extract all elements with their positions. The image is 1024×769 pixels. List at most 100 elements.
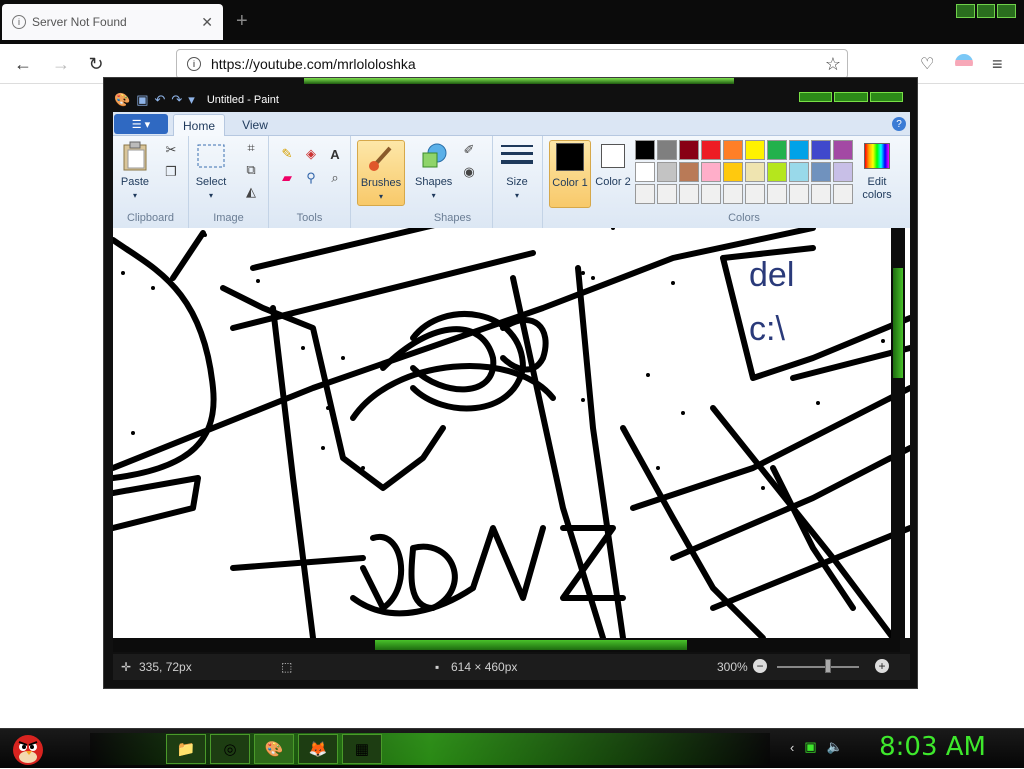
canvas-drawing: del c:\ (113, 228, 910, 638)
browser-tab-bar: i Server Not Found ✕ + (0, 0, 1024, 44)
new-tab-button[interactable]: + (236, 10, 248, 33)
palette-swatch[interactable] (657, 140, 677, 160)
firefox-icon[interactable]: 🦊 (298, 734, 338, 764)
eraser-icon[interactable]: ▰ (277, 168, 297, 188)
network-icon[interactable]: ▣ (804, 739, 816, 755)
start-button[interactable] (6, 727, 50, 769)
palette-swatch[interactable] (811, 184, 831, 204)
palette-swatch[interactable] (789, 184, 809, 204)
close-tab-icon[interactable]: ✕ (201, 14, 213, 31)
browser-tab[interactable]: i Server Not Found ✕ (2, 4, 223, 40)
palette-swatch[interactable] (723, 140, 743, 160)
file-explorer-icon[interactable]: 📁 (166, 734, 206, 764)
magnifier-icon[interactable]: ⌕ (325, 168, 345, 188)
palette-swatch[interactable] (635, 162, 655, 182)
palette-swatch[interactable] (833, 162, 853, 182)
palette-swatch[interactable] (657, 184, 677, 204)
fill-icon[interactable]: ◈ (301, 144, 321, 164)
palette-swatch[interactable] (833, 184, 853, 204)
paint-close-button[interactable] (869, 92, 903, 102)
rotate-icon[interactable]: ◭ (241, 182, 261, 202)
palette-swatch[interactable] (635, 140, 655, 160)
palette-swatch[interactable] (657, 162, 677, 182)
paint-app-icon[interactable]: 🎨 (114, 92, 130, 108)
palette-swatch[interactable] (767, 140, 787, 160)
paint-menu-button[interactable]: ☰ ▾ (114, 114, 168, 134)
color1-swatch (556, 143, 584, 171)
palette-swatch[interactable] (679, 162, 699, 182)
select-button[interactable]: Select ▾ (195, 140, 227, 202)
account-icon[interactable] (955, 54, 973, 72)
close-window-button[interactable] (997, 4, 1017, 18)
control-panel-icon[interactable]: ▦ (342, 734, 382, 764)
crop-icon[interactable]: ⌗ (241, 138, 261, 158)
undo-icon[interactable]: ↶ (154, 92, 165, 108)
back-icon[interactable]: ← (12, 53, 34, 75)
paint-minimize-button[interactable] (799, 92, 833, 102)
drawing-canvas[interactable]: del c:\ (113, 228, 910, 638)
redo-icon[interactable]: ↷ (171, 92, 182, 108)
minimize-button[interactable] (956, 4, 975, 18)
vertical-scrollbar[interactable] (891, 228, 905, 638)
volume-icon[interactable]: 🔈 (827, 739, 843, 755)
zoom-slider[interactable] (777, 666, 859, 668)
palette-swatch[interactable] (723, 184, 743, 204)
palette-swatch[interactable] (679, 140, 699, 160)
brushes-button[interactable]: Brushes ▾ (357, 140, 405, 206)
resize-icon[interactable]: ⧉ (241, 160, 261, 180)
color1-button[interactable]: Color 1 (549, 140, 591, 208)
save-icon[interactable]: ▣ (136, 92, 148, 108)
pencil-icon[interactable]: ✎ (277, 144, 297, 164)
palette-swatch[interactable] (745, 184, 765, 204)
horizontal-scrollbar[interactable] (113, 638, 900, 652)
palette-swatch[interactable] (767, 184, 787, 204)
forward-icon[interactable]: → (50, 53, 72, 75)
paint-maximize-button[interactable] (834, 92, 868, 102)
palette-swatch[interactable] (811, 140, 831, 160)
horizontal-scroll-thumb[interactable] (375, 640, 687, 650)
chrome-icon[interactable]: ◎ (210, 734, 250, 764)
palette-swatch[interactable] (679, 184, 699, 204)
url-bar[interactable]: i https://youtube.com/mrlololoshka ☆ (176, 49, 848, 79)
palette-swatch[interactable] (701, 140, 721, 160)
color2-button[interactable]: Color 2 (595, 140, 631, 189)
cut-icon[interactable]: ✂ (161, 140, 181, 160)
palette-swatch[interactable] (811, 162, 831, 182)
maximize-button[interactable] (976, 4, 996, 18)
help-icon[interactable]: ? (892, 117, 906, 131)
vertical-scroll-thumb[interactable] (893, 268, 903, 378)
zoom-out-button[interactable]: − (753, 659, 767, 673)
outline-icon[interactable]: ✐ (459, 140, 479, 160)
bookmark-star-icon[interactable]: ☆ (825, 54, 841, 75)
paint-icon[interactable]: 🎨 (254, 734, 294, 764)
color-picker-icon[interactable]: ⚲ (301, 168, 321, 188)
clock[interactable]: 8:03 AM (879, 732, 986, 762)
zoom-slider-knob[interactable] (825, 659, 831, 673)
show-hidden-icons[interactable]: ‹ (790, 740, 794, 755)
palette-swatch[interactable] (745, 162, 765, 182)
palette-swatch[interactable] (701, 162, 721, 182)
palette-swatch[interactable] (767, 162, 787, 182)
shapes-button[interactable]: Shapes ▾ (415, 140, 452, 202)
fill-shape-icon[interactable]: ◉ (459, 162, 479, 182)
tab-home[interactable]: Home (173, 114, 225, 136)
edit-colors-button[interactable]: Edit colors (857, 140, 897, 202)
palette-swatch[interactable] (723, 162, 743, 182)
text-icon[interactable]: A (325, 144, 345, 164)
palette-swatch[interactable] (789, 140, 809, 160)
menu-icon[interactable]: ≡ (992, 54, 1003, 75)
copy-icon[interactable]: ❐ (161, 162, 181, 182)
reload-icon[interactable]: ↻ (85, 53, 107, 75)
palette-swatch[interactable] (789, 162, 809, 182)
pocket-icon[interactable]: ♡ (920, 54, 934, 74)
palette-swatch[interactable] (833, 140, 853, 160)
site-info-icon[interactable]: i (187, 57, 201, 71)
tab-view[interactable]: View (233, 114, 277, 136)
customize-toolbar-icon[interactable]: ▾ (188, 92, 195, 108)
palette-swatch[interactable] (701, 184, 721, 204)
paste-button[interactable]: Paste ▾ (119, 140, 151, 202)
palette-swatch[interactable] (745, 140, 765, 160)
palette-swatch[interactable] (635, 184, 655, 204)
zoom-in-button[interactable]: + (875, 659, 889, 673)
size-button[interactable]: Size ▾ (501, 140, 533, 202)
